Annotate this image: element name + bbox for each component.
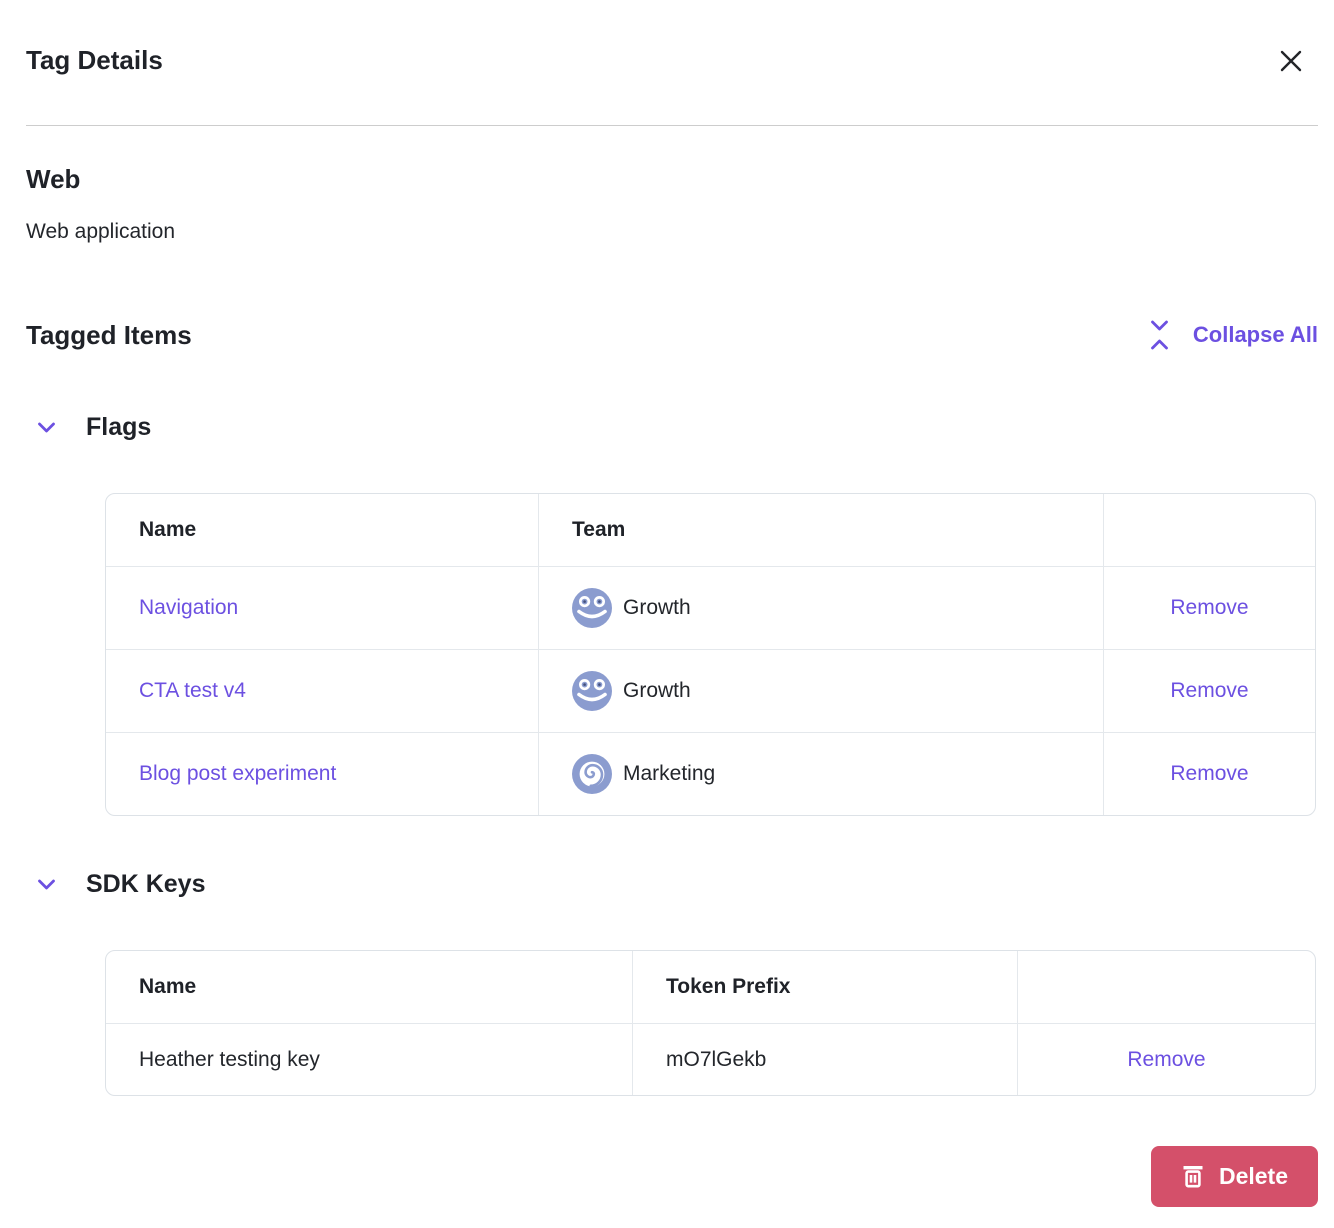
- remove-button[interactable]: Remove: [1170, 762, 1248, 786]
- close-icon: [1275, 45, 1307, 77]
- collapse-all-button[interactable]: Collapse All: [1146, 315, 1318, 355]
- delete-button-label: Delete: [1219, 1163, 1288, 1190]
- flag-link[interactable]: Blog post experiment: [139, 762, 336, 786]
- team-name: Marketing: [623, 762, 715, 786]
- table-row: Navigation Growth Remove: [106, 566, 1315, 649]
- tag-name: Web: [26, 162, 1334, 196]
- flags-section-header: Flags: [33, 409, 1334, 445]
- spiral-avatar-icon: [572, 754, 612, 794]
- remove-button[interactable]: Remove: [1170, 596, 1248, 620]
- modal-title: Tag Details: [26, 42, 1334, 78]
- delete-button[interactable]: Delete: [1151, 1146, 1318, 1207]
- sdk-keys-section-title: SDK Keys: [86, 870, 206, 899]
- table-row: CTA test v4 Growth Remove: [106, 649, 1315, 732]
- sdk-key-token-prefix: mO7lGekb: [632, 1024, 1017, 1095]
- sdk-keys-section-header: SDK Keys: [33, 866, 1334, 902]
- tag-description: Web application: [26, 219, 1334, 245]
- flags-table: Name Team Navigation: [105, 493, 1316, 816]
- flags-table-header-row: Name Team: [106, 494, 1315, 566]
- remove-button[interactable]: Remove: [1127, 1048, 1205, 1072]
- header-divider: [26, 125, 1318, 126]
- close-button[interactable]: [1274, 44, 1308, 78]
- team-name: Growth: [623, 679, 691, 703]
- frog-avatar-icon: [572, 671, 612, 711]
- table-row: Heather testing key mO7lGekb Remove: [106, 1023, 1315, 1095]
- collapse-all-label: Collapse All: [1193, 322, 1318, 348]
- sdk-keys-chevron-down-icon[interactable]: [33, 871, 60, 898]
- sdk-col-action: [1017, 951, 1315, 1023]
- flags-chevron-down-icon[interactable]: [33, 414, 60, 441]
- remove-button[interactable]: Remove: [1170, 679, 1248, 703]
- tagged-items-heading: Tagged Items: [26, 320, 192, 351]
- flag-link[interactable]: CTA test v4: [139, 679, 246, 703]
- flags-col-name: Name: [106, 494, 538, 566]
- team-name: Growth: [623, 596, 691, 620]
- modal-footer: Delete: [0, 1146, 1318, 1207]
- frog-avatar-icon: [572, 588, 612, 628]
- flags-col-team: Team: [538, 494, 1103, 566]
- flag-link[interactable]: Navigation: [139, 596, 238, 620]
- flags-col-action: [1103, 494, 1315, 566]
- tag-details-modal: Tag Details Web Web application Tagged I…: [0, 0, 1334, 1228]
- trash-icon: [1181, 1163, 1205, 1190]
- sdk-key-name: Heather testing key: [106, 1024, 632, 1095]
- table-row: Blog post experiment Marketing Remove: [106, 732, 1315, 815]
- sdk-keys-table: Name Token Prefix Heather testing key mO…: [105, 950, 1316, 1096]
- sdk-col-name: Name: [106, 951, 632, 1023]
- flags-section-title: Flags: [86, 413, 151, 442]
- sdk-table-header-row: Name Token Prefix: [106, 951, 1315, 1023]
- tagged-items-bar: Tagged Items Collapse All: [26, 313, 1318, 357]
- sdk-col-token-prefix: Token Prefix: [632, 951, 1017, 1023]
- collapse-all-icon: [1146, 315, 1173, 355]
